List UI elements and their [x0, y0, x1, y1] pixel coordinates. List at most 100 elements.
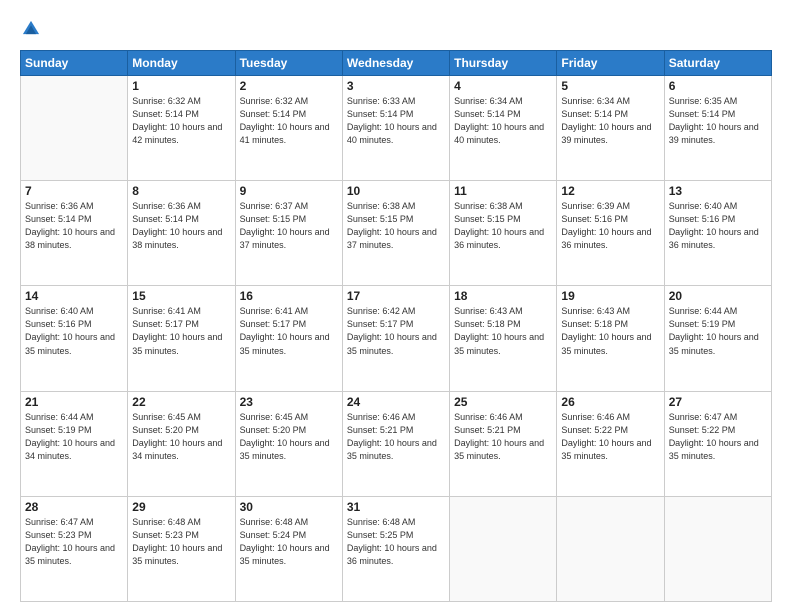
calendar-cell	[557, 496, 664, 601]
day-info: Sunrise: 6:38 AMSunset: 5:15 PMDaylight:…	[454, 200, 552, 252]
week-row-4: 21 Sunrise: 6:44 AMSunset: 5:19 PMDayligh…	[21, 391, 772, 496]
calendar-cell: 17 Sunrise: 6:42 AMSunset: 5:17 PMDayligh…	[342, 286, 449, 391]
calendar-cell: 15 Sunrise: 6:41 AMSunset: 5:17 PMDayligh…	[128, 286, 235, 391]
day-info: Sunrise: 6:41 AMSunset: 5:17 PMDaylight:…	[132, 305, 230, 357]
day-info: Sunrise: 6:48 AMSunset: 5:25 PMDaylight:…	[347, 516, 445, 568]
weekday-thursday: Thursday	[450, 51, 557, 76]
day-info: Sunrise: 6:46 AMSunset: 5:22 PMDaylight:…	[561, 411, 659, 463]
day-number: 26	[561, 395, 659, 409]
calendar-cell: 26 Sunrise: 6:46 AMSunset: 5:22 PMDayligh…	[557, 391, 664, 496]
calendar-cell: 2Sunrise: 6:32 AMSunset: 5:14 PMDaylight…	[235, 76, 342, 181]
weekday-monday: Monday	[128, 51, 235, 76]
calendar-cell: 7 Sunrise: 6:36 AMSunset: 5:14 PMDaylight…	[21, 181, 128, 286]
day-number: 3	[347, 79, 445, 93]
day-number: 12	[561, 184, 659, 198]
calendar-cell: 4 Sunrise: 6:34 AMSunset: 5:14 PMDaylight…	[450, 76, 557, 181]
day-info: Sunrise: 6:32 AMSunset: 5:14 PMDaylight:…	[240, 95, 338, 147]
calendar-cell: 25 Sunrise: 6:46 AMSunset: 5:21 PMDayligh…	[450, 391, 557, 496]
day-info: Sunrise: 6:36 AMSunset: 5:14 PMDaylight:…	[132, 200, 230, 252]
day-info: Sunrise: 6:45 AMSunset: 5:20 PMDaylight:…	[132, 411, 230, 463]
calendar-table: SundayMondayTuesdayWednesdayThursdayFrid…	[20, 50, 772, 602]
week-row-5: 28 Sunrise: 6:47 AMSunset: 5:23 PMDayligh…	[21, 496, 772, 601]
day-number: 17	[347, 289, 445, 303]
day-number: 7	[25, 184, 123, 198]
day-number: 21	[25, 395, 123, 409]
weekday-wednesday: Wednesday	[342, 51, 449, 76]
day-info: Sunrise: 6:39 AMSunset: 5:16 PMDaylight:…	[561, 200, 659, 252]
calendar-cell: 13 Sunrise: 6:40 AMSunset: 5:16 PMDayligh…	[664, 181, 771, 286]
day-number: 10	[347, 184, 445, 198]
day-number: 31	[347, 500, 445, 514]
day-number: 4	[454, 79, 552, 93]
day-number: 1	[132, 79, 230, 93]
day-info: Sunrise: 6:37 AMSunset: 5:15 PMDaylight:…	[240, 200, 338, 252]
day-info: Sunrise: 6:48 AMSunset: 5:23 PMDaylight:…	[132, 516, 230, 568]
day-info: Sunrise: 6:43 AMSunset: 5:18 PMDaylight:…	[454, 305, 552, 357]
calendar-cell: 5Sunrise: 6:34 AMSunset: 5:14 PMDaylight…	[557, 76, 664, 181]
calendar-cell	[450, 496, 557, 601]
weekday-friday: Friday	[557, 51, 664, 76]
day-info: Sunrise: 6:44 AMSunset: 5:19 PMDaylight:…	[669, 305, 767, 357]
day-number: 27	[669, 395, 767, 409]
day-number: 16	[240, 289, 338, 303]
calendar-body: 1 Sunrise: 6:32 AMSunset: 5:14 PMDaylight…	[21, 76, 772, 602]
day-number: 23	[240, 395, 338, 409]
weekday-sunday: Sunday	[21, 51, 128, 76]
week-row-3: 14Sunrise: 6:40 AMSunset: 5:16 PMDayligh…	[21, 286, 772, 391]
weekday-tuesday: Tuesday	[235, 51, 342, 76]
calendar-cell: 31 Sunrise: 6:48 AMSunset: 5:25 PMDayligh…	[342, 496, 449, 601]
calendar-cell: 16 Sunrise: 6:41 AMSunset: 5:17 PMDayligh…	[235, 286, 342, 391]
calendar-cell: 24 Sunrise: 6:46 AMSunset: 5:21 PMDayligh…	[342, 391, 449, 496]
calendar-cell: 21 Sunrise: 6:44 AMSunset: 5:19 PMDayligh…	[21, 391, 128, 496]
day-info: Sunrise: 6:43 AMSunset: 5:18 PMDaylight:…	[561, 305, 659, 357]
day-info: Sunrise: 6:42 AMSunset: 5:17 PMDaylight:…	[347, 305, 445, 357]
calendar-cell: 27 Sunrise: 6:47 AMSunset: 5:22 PMDayligh…	[664, 391, 771, 496]
day-number: 25	[454, 395, 552, 409]
day-info: Sunrise: 6:44 AMSunset: 5:19 PMDaylight:…	[25, 411, 123, 463]
calendar-cell	[664, 496, 771, 601]
calendar-cell: 6 Sunrise: 6:35 AMSunset: 5:14 PMDaylight…	[664, 76, 771, 181]
calendar-cell: 18 Sunrise: 6:43 AMSunset: 5:18 PMDayligh…	[450, 286, 557, 391]
day-number: 13	[669, 184, 767, 198]
day-number: 28	[25, 500, 123, 514]
header	[20, 18, 772, 40]
calendar-cell: 30Sunrise: 6:48 AMSunset: 5:24 PMDayligh…	[235, 496, 342, 601]
day-number: 18	[454, 289, 552, 303]
calendar-cell: 14Sunrise: 6:40 AMSunset: 5:16 PMDayligh…	[21, 286, 128, 391]
day-info: Sunrise: 6:46 AMSunset: 5:21 PMDaylight:…	[454, 411, 552, 463]
day-number: 19	[561, 289, 659, 303]
calendar-cell: 19 Sunrise: 6:43 AMSunset: 5:18 PMDayligh…	[557, 286, 664, 391]
calendar-cell: 11 Sunrise: 6:38 AMSunset: 5:15 PMDayligh…	[450, 181, 557, 286]
week-row-1: 1 Sunrise: 6:32 AMSunset: 5:14 PMDaylight…	[21, 76, 772, 181]
day-info: Sunrise: 6:46 AMSunset: 5:21 PMDaylight:…	[347, 411, 445, 463]
logo-icon	[20, 18, 42, 40]
day-number: 15	[132, 289, 230, 303]
day-number: 22	[132, 395, 230, 409]
day-number: 20	[669, 289, 767, 303]
day-info: Sunrise: 6:36 AMSunset: 5:14 PMDaylight:…	[25, 200, 123, 252]
calendar-cell: 28 Sunrise: 6:47 AMSunset: 5:23 PMDayligh…	[21, 496, 128, 601]
day-info: Sunrise: 6:33 AMSunset: 5:14 PMDaylight:…	[347, 95, 445, 147]
day-info: Sunrise: 6:45 AMSunset: 5:20 PMDaylight:…	[240, 411, 338, 463]
calendar-cell: 1 Sunrise: 6:32 AMSunset: 5:14 PMDaylight…	[128, 76, 235, 181]
day-number: 6	[669, 79, 767, 93]
day-info: Sunrise: 6:41 AMSunset: 5:17 PMDaylight:…	[240, 305, 338, 357]
day-info: Sunrise: 6:38 AMSunset: 5:15 PMDaylight:…	[347, 200, 445, 252]
day-number: 9	[240, 184, 338, 198]
calendar-cell: 23 Sunrise: 6:45 AMSunset: 5:20 PMDayligh…	[235, 391, 342, 496]
day-info: Sunrise: 6:47 AMSunset: 5:23 PMDaylight:…	[25, 516, 123, 568]
day-info: Sunrise: 6:40 AMSunset: 5:16 PMDaylight:…	[669, 200, 767, 252]
day-number: 8	[132, 184, 230, 198]
day-number: 11	[454, 184, 552, 198]
day-number: 24	[347, 395, 445, 409]
calendar-cell: 29Sunrise: 6:48 AMSunset: 5:23 PMDayligh…	[128, 496, 235, 601]
day-info: Sunrise: 6:32 AMSunset: 5:14 PMDaylight:…	[132, 95, 230, 147]
day-info: Sunrise: 6:34 AMSunset: 5:14 PMDaylight:…	[454, 95, 552, 147]
day-number: 14	[25, 289, 123, 303]
weekday-header-row: SundayMondayTuesdayWednesdayThursdayFrid…	[21, 51, 772, 76]
calendar-cell: 10 Sunrise: 6:38 AMSunset: 5:15 PMDayligh…	[342, 181, 449, 286]
day-info: Sunrise: 6:35 AMSunset: 5:14 PMDaylight:…	[669, 95, 767, 147]
day-info: Sunrise: 6:47 AMSunset: 5:22 PMDaylight:…	[669, 411, 767, 463]
day-info: Sunrise: 6:34 AMSunset: 5:14 PMDaylight:…	[561, 95, 659, 147]
logo	[20, 18, 46, 40]
